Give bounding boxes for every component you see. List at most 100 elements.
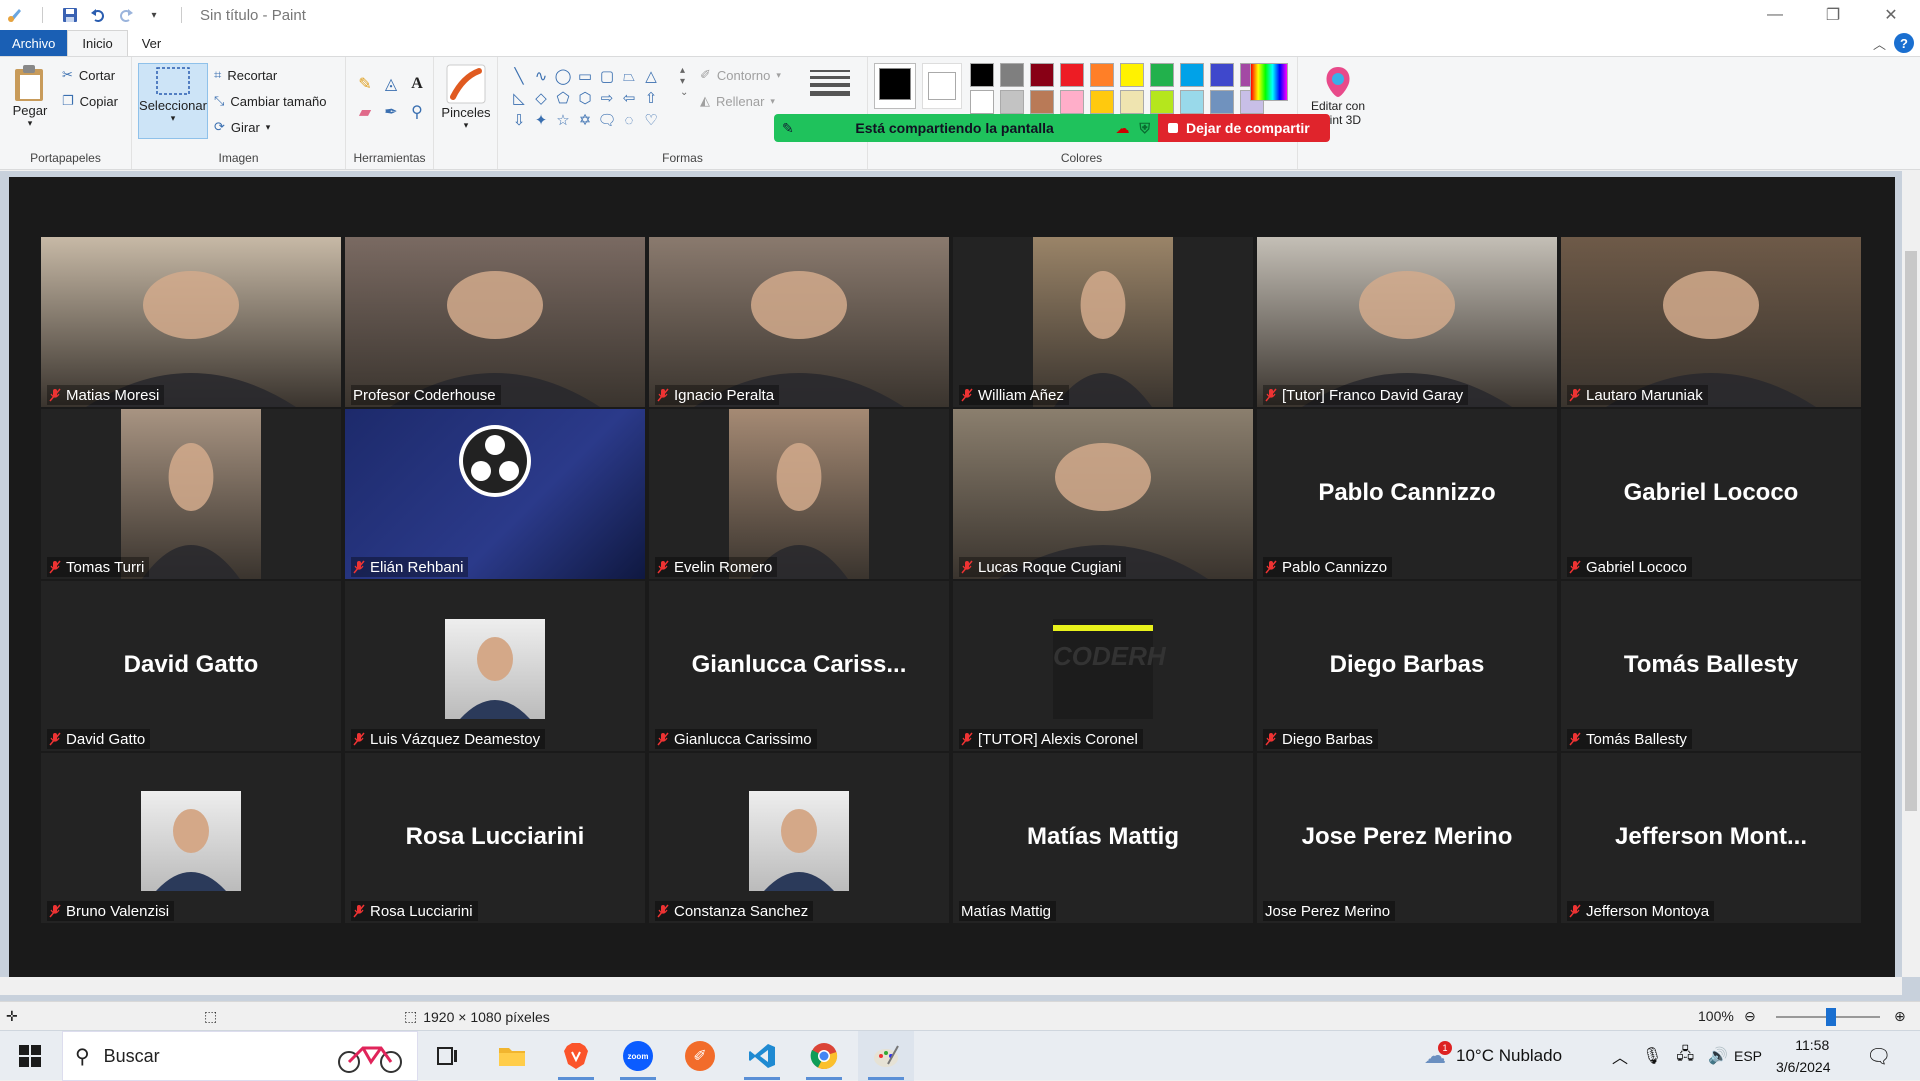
palette-color-swatch[interactable] [1180, 90, 1204, 114]
stroke-size-icon[interactable] [810, 67, 850, 100]
participant-tile[interactable]: [Tutor] Franco David Garay [1257, 237, 1557, 407]
share-status[interactable]: ✎ Está compartiendo la pantalla ☁ ⛨ [774, 114, 1158, 142]
star5-shape-icon[interactable]: ☆ [552, 109, 574, 131]
hexagon-shape-icon[interactable]: ⬡ [574, 87, 596, 109]
palette-color-swatch[interactable] [1090, 63, 1114, 87]
brave-browser-icon[interactable] [548, 1031, 604, 1081]
eraser-icon[interactable]: ▰ [354, 101, 376, 123]
participant-tile[interactable]: William Añez [953, 237, 1253, 407]
paste-button[interactable]: Pegar ▾ [8, 63, 52, 129]
participant-tile[interactable]: Elián Rehbani [345, 409, 645, 579]
undo-icon[interactable] [89, 6, 107, 24]
minimize-button[interactable]: — [1746, 0, 1804, 30]
participant-tile[interactable]: CODERH [TUTOR] Alexis Coronel [953, 581, 1253, 751]
rectangle-shape-icon[interactable]: ▭ [574, 65, 596, 87]
palette-color-swatch[interactable] [1150, 90, 1174, 114]
right-triangle-shape-icon[interactable]: ◺ [508, 87, 530, 109]
palette-color-swatch[interactable] [970, 90, 994, 114]
participant-tile[interactable]: Gabriel Lococo Gabriel Lococo [1561, 409, 1861, 579]
fill-button[interactable]: ◭ Rellenar ▾ [700, 93, 775, 109]
participant-tile[interactable]: Profesor Coderhouse [345, 237, 645, 407]
palette-color-swatch[interactable] [1120, 90, 1144, 114]
select-dropdown-icon[interactable]: ▾ [171, 113, 176, 124]
zoom-app-icon[interactable]: zoom [610, 1031, 666, 1081]
participant-tile[interactable]: Tomas Turri [41, 409, 341, 579]
heart-shape-icon[interactable]: ♡ [640, 109, 662, 131]
fill-bucket-icon[interactable]: ◬ [380, 73, 402, 95]
polygon-shape-icon[interactable]: ⏢ [618, 65, 640, 87]
task-view-icon[interactable] [420, 1031, 476, 1081]
color1-button[interactable] [874, 63, 916, 109]
language-indicator[interactable]: ESP [1734, 1031, 1762, 1081]
palette-color-swatch[interactable] [1060, 90, 1084, 114]
participant-tile[interactable]: David Gatto David Gatto [41, 581, 341, 751]
participant-tile[interactable]: Rosa Lucciarini Rosa Lucciarini [345, 753, 645, 923]
pasted-zoom-screenshot[interactable]: Matias Moresi Profesor Coderhouse Ignacio … [9, 177, 1895, 977]
copy-button[interactable]: ❐ Copiar [62, 93, 118, 109]
star4-shape-icon[interactable]: ✦ [530, 109, 552, 131]
paint-taskbar-icon[interactable] [858, 1031, 914, 1081]
callout-oval-shape-icon[interactable]: ◌ [618, 109, 640, 131]
palette-color-swatch[interactable] [1000, 63, 1024, 87]
notifications-icon[interactable]: 🗨 [1866, 1031, 1891, 1081]
file-explorer-icon[interactable] [484, 1031, 540, 1081]
tab-archivo[interactable]: Archivo [0, 30, 68, 56]
close-button[interactable]: ✕ [1862, 0, 1920, 30]
shapes-scroll-icon[interactable]: ▴ ▾ ⌄ [680, 65, 688, 98]
palette-color-swatch[interactable] [1150, 63, 1174, 87]
show-hidden-icons-icon[interactable]: ︿ [1612, 1044, 1628, 1068]
down-arrow-shape-icon[interactable]: ⇩ [508, 109, 530, 131]
magnifier-icon[interactable]: ⚲ [406, 101, 428, 123]
palette-color-swatch[interactable] [1030, 63, 1054, 87]
up-arrow-shape-icon[interactable]: ⇧ [640, 87, 662, 109]
cloud-icon[interactable]: ☁ [1116, 120, 1130, 137]
participant-tile[interactable]: Bruno Valenzisi [41, 753, 341, 923]
collapse-ribbon-icon[interactable]: ︿ [1873, 34, 1886, 53]
maximize-button[interactable]: ❐ [1804, 0, 1862, 30]
customize-quick-access-icon[interactable]: ▾ [145, 6, 163, 24]
color2-button[interactable] [922, 63, 962, 109]
tab-ver[interactable]: Ver [128, 30, 176, 56]
right-arrow-shape-icon[interactable]: ⇨ [596, 87, 618, 109]
clock[interactable]: 11:58 3/6/2024 [1776, 1031, 1831, 1081]
paste-dropdown-icon[interactable]: ▾ [28, 118, 33, 129]
palette-color-swatch[interactable] [1060, 63, 1084, 87]
participant-tile[interactable]: Lautaro Maruniak [1561, 237, 1861, 407]
start-button[interactable] [0, 1031, 60, 1081]
redo-icon[interactable] [117, 6, 135, 24]
zoom-slider-thumb[interactable] [1826, 1008, 1836, 1026]
horizontal-scrollbar[interactable] [0, 977, 1902, 995]
rounded-rect-shape-icon[interactable]: ▢ [596, 65, 618, 87]
participant-tile[interactable]: Jose Perez Merino Jose Perez Merino [1257, 753, 1557, 923]
palette-color-swatch[interactable] [1180, 63, 1204, 87]
weather-widget[interactable]: ☁ 1 10°C Nublado [1424, 1031, 1562, 1081]
resize-button[interactable]: ⤡ Cambiar tamaño [214, 93, 327, 109]
select-button[interactable]: Seleccionar ▾ [138, 63, 208, 139]
network-icon[interactable]: 🖧 [1676, 1043, 1694, 1070]
pentagon-shape-icon[interactable]: ⬠ [552, 87, 574, 109]
participant-tile[interactable]: Jefferson Mont... Jefferson Montoya [1561, 753, 1861, 923]
line-shape-icon[interactable]: ╲ [508, 65, 530, 87]
swift-app-icon[interactable]: ✐ [672, 1031, 728, 1081]
volume-icon[interactable]: 🔊 [1708, 1046, 1728, 1066]
palette-color-swatch[interactable] [970, 63, 994, 87]
pin-icon[interactable]: ✎ [782, 120, 794, 137]
participant-tile[interactable]: Diego Barbas Diego Barbas [1257, 581, 1557, 751]
text-tool-icon[interactable]: A [406, 73, 428, 95]
palette-color-swatch[interactable] [1090, 90, 1114, 114]
participant-tile[interactable]: Pablo Cannizzo Pablo Cannizzo [1257, 409, 1557, 579]
star6-shape-icon[interactable]: ✡ [574, 109, 596, 131]
chrome-icon[interactable] [796, 1031, 852, 1081]
participant-tile[interactable]: Matias Moresi [41, 237, 341, 407]
zoom-slider[interactable] [1776, 1008, 1880, 1026]
crop-button[interactable]: ⌗ Recortar [214, 67, 277, 83]
taskbar-search[interactable]: ⚲ Buscar [62, 1031, 418, 1081]
diamond-shape-icon[interactable]: ◇ [530, 87, 552, 109]
participant-tile[interactable]: Matías Mattig Matías Mattig [953, 753, 1253, 923]
tab-inicio[interactable]: Inicio [67, 30, 128, 56]
oval-shape-icon[interactable]: ◯ [552, 65, 574, 87]
outline-button[interactable]: ✐ Contorno ▾ [700, 67, 781, 83]
rotate-button[interactable]: ⟳ Girar ▾ [214, 119, 270, 135]
color-picker-icon[interactable]: ✒ [380, 101, 402, 123]
edit-colors-icon[interactable] [1250, 63, 1288, 101]
